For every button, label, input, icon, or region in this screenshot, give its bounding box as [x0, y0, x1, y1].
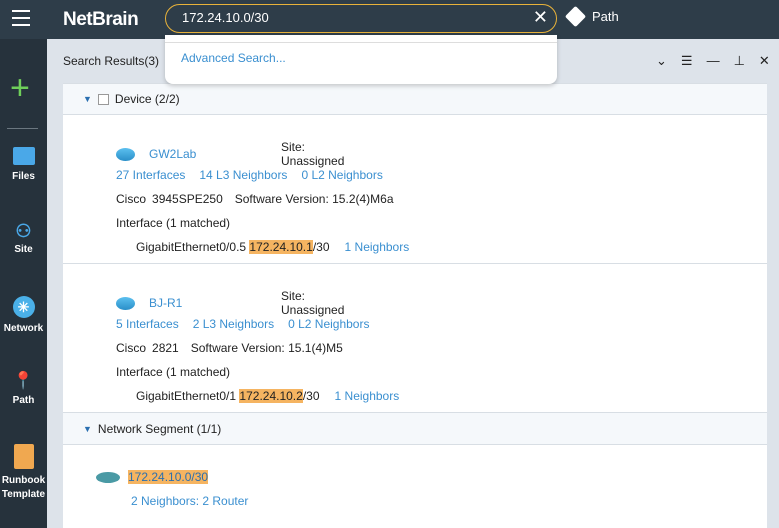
add-icon[interactable]: + — [10, 69, 30, 108]
divider — [7, 128, 38, 129]
l3-neighbors-link[interactable]: 2 L3 Neighbors — [193, 317, 274, 331]
segment-name-row: 172.24.10.0/30 — [96, 465, 767, 489]
vendor: Cisco — [116, 341, 147, 355]
results-title: Search Results(3) — [63, 54, 160, 68]
interface-name: GigabitEthernet0/1 — [136, 389, 237, 403]
site-label: Site: Unassigned — [281, 140, 345, 168]
neighbors-link[interactable]: 1 Neighbors — [335, 389, 400, 403]
vendor: Cisco — [116, 192, 147, 206]
device-name-row: GW2Lab Site: Unassigned — [116, 140, 344, 168]
interfaces-link[interactable]: 27 Interfaces — [116, 168, 185, 182]
sidebar-item-site[interactable]: ⚇ Site — [0, 221, 47, 255]
advanced-search-link[interactable]: Advanced Search... — [165, 43, 557, 73]
chevron-down-icon[interactable]: ⌄ — [656, 53, 667, 69]
folder-icon — [12, 147, 35, 165]
router-icon — [116, 147, 135, 161]
collapse-icon[interactable]: ▼ — [83, 424, 92, 434]
label: Files — [12, 171, 35, 182]
sidebar-item-path[interactable]: 📍 Path — [0, 371, 47, 406]
section-label: Device (2/2) — [114, 92, 180, 106]
device-links: 5 Interfaces 2 L3 Neighbors 0 L2 Neighbors — [116, 312, 767, 336]
segment-name-link[interactable]: 172.24.10.0/30 — [128, 470, 209, 484]
sidebar-item-files[interactable]: Files — [0, 147, 47, 182]
router-icon — [116, 296, 135, 310]
device-name-link[interactable]: BJ-R1 — [149, 296, 182, 310]
mask: /30 — [312, 240, 330, 254]
search-input[interactable]: 172.24.10.0/30 ✕ — [165, 4, 557, 33]
ip-highlight: 172.24.10.1 — [249, 240, 313, 254]
label: Runbook Template — [1, 475, 46, 500]
device-links: 27 Interfaces 14 L3 Neighbors 0 L2 Neighbo… — [116, 163, 767, 187]
mask: /30 — [302, 389, 320, 403]
minimize-icon[interactable]: — — [707, 53, 720, 69]
device-name-row: BJ-R1 Site: Unassigned — [116, 289, 344, 317]
close-icon[interactable]: ✕ — [759, 53, 770, 69]
interface-name: GigabitEthernet0/0.5 — [136, 240, 247, 254]
path-label: Path — [592, 9, 619, 24]
sidebar-item-network[interactable]: ✳ Network — [0, 296, 47, 334]
segment-section-header[interactable]: ▼ Network Segment (1/1) — [63, 413, 767, 445]
label: Network — [3, 323, 44, 334]
interfaces-link[interactable]: 5 Interfaces — [116, 317, 179, 331]
collapse-icon[interactable]: ▼ — [83, 94, 92, 104]
path-icon — [564, 5, 587, 28]
device-name-link[interactable]: GW2Lab — [149, 147, 196, 161]
device-info: Cisco 2821 Software Version: 15.1(4)M5 — [116, 336, 767, 360]
device-result: BJ-R1 Site: Unassigned 5 Interfaces 2 L3 N… — [63, 264, 767, 413]
label: Site — [14, 244, 33, 255]
model: 2821 — [152, 341, 179, 355]
results-panel: ▼ Device (2/2) GW2Lab Site: Unassigned 27 … — [63, 83, 767, 528]
segment-icon — [96, 471, 120, 483]
runbook-icon — [13, 444, 34, 469]
interface-row: GigabitEthernet0/0.5 172.24.10.1/30 1 Nei… — [116, 235, 767, 259]
segment-neighbors-link[interactable]: 2 Neighbors: 2 Router — [131, 494, 248, 508]
software: Software Version: 15.2(4)M6a — [234, 192, 394, 206]
panel-controls: ⌄ ☰ — ⊥ ✕ — [656, 53, 770, 69]
software: Software Version: 15.1(4)M5 — [190, 341, 343, 355]
l2-neighbors-link[interactable]: 0 L2 Neighbors — [301, 168, 382, 182]
device-checkbox[interactable] — [97, 93, 109, 105]
interface-row: GigabitEthernet0/1 172.24.10.2/30 1 Neigh… — [116, 384, 767, 408]
segment-result: 172.24.10.0/30 2 Neighbors: 2 Router — [63, 445, 767, 525]
section-label: Network Segment (1/1) — [97, 421, 222, 436]
list-icon[interactable]: ☰ — [681, 53, 693, 69]
device-info: Cisco 3945SPE250 Software Version: 15.2(4)… — [116, 187, 767, 211]
netbrain-logo: NetBrain — [63, 9, 139, 30]
path-pins-icon: 📍 — [12, 371, 35, 390]
sidebar: + Files ⚇ Site ✳ Network 📍 Path Runbook Tem… — [0, 39, 47, 528]
interface-matched: Interface (1 matched) — [116, 365, 231, 379]
hamburger-menu-icon[interactable] — [12, 10, 30, 26]
model: 3945SPE250 — [152, 192, 223, 206]
search-dropdown: Advanced Search... — [165, 35, 557, 84]
device-section-header[interactable]: ▼ Device (2/2) — [63, 83, 767, 115]
interface-matched: Interface (1 matched) — [116, 216, 231, 230]
l3-neighbors-link[interactable]: 14 L3 Neighbors — [199, 168, 287, 182]
path-button[interactable]: Path — [564, 5, 619, 28]
ip-highlight: 172.24.10.2 — [239, 389, 303, 403]
network-icon: ✳ — [12, 296, 35, 318]
search-value: 172.24.10.0/30 — [182, 10, 269, 25]
neighbors-link[interactable]: 1 Neighbors — [345, 240, 410, 254]
clear-icon[interactable]: ✕ — [533, 7, 548, 28]
top-bar: NetBrain 172.24.10.0/30 ✕ Path — [0, 0, 779, 39]
site-label: Site: Unassigned — [281, 289, 345, 317]
sidebar-item-runbook-template[interactable]: Runbook Template — [0, 444, 47, 502]
device-result: GW2Lab Site: Unassigned 27 Interfaces 14 L… — [63, 115, 767, 264]
site-icon: ⚇ — [15, 221, 32, 241]
label: Path — [12, 395, 35, 406]
l2-neighbors-link[interactable]: 0 L2 Neighbors — [288, 317, 369, 331]
pin-icon[interactable]: ⊥ — [734, 53, 745, 69]
